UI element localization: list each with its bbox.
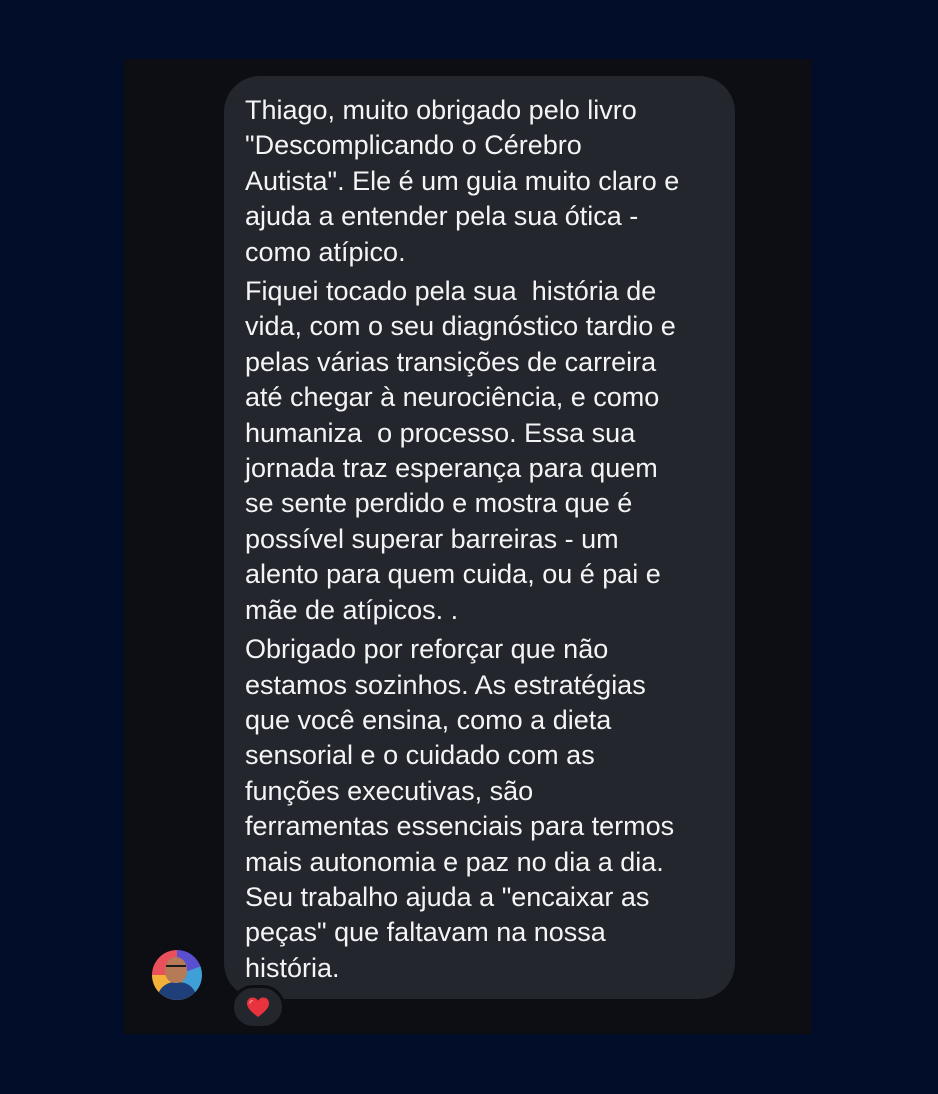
message-line: Obrigado por reforçar que não (245, 634, 609, 665)
message-line: alento para quem cuida, ou é pai e (245, 559, 661, 590)
message-line: sensorial e o cuidado com as (245, 740, 595, 771)
message-line: que você ensina, como a dieta (245, 704, 612, 735)
message-line: até chegar à neurociência, e como (245, 382, 660, 413)
message-bubble[interactable]: Thiago, muito obrigado pelo livro "Desco… (224, 76, 735, 999)
message-line: Thiago, muito obrigado pelo livro (245, 95, 637, 125)
message-line: ferramentas essenciais para termos (245, 811, 675, 842)
message-line: ajuda a entender pela sua ótica - (245, 201, 639, 232)
message-line: pelas várias transições de carreira (245, 346, 657, 377)
message-line: humaniza o processo. Essa sua (245, 417, 636, 448)
message-line: jornada traz esperança para quem (245, 453, 658, 484)
avatar-glasses (166, 965, 186, 972)
message-line: se sente perdido e mostra que é (245, 488, 633, 519)
message-paragraph-3: Obrigado por reforçar que não estamos so… (245, 632, 715, 986)
message-line: história. (245, 952, 340, 983)
message-line: "Descomplicando o Cérebro (245, 130, 582, 161)
message-line: mãe de atípicos. . (245, 594, 459, 625)
message-line: Autista". Ele é um guia muito claro e (245, 165, 680, 196)
message-line: possível superar barreiras - um (245, 523, 619, 554)
message-line: Seu trabalho ajuda a "encaixar as (245, 881, 650, 912)
reaction-badge[interactable] (231, 985, 285, 1029)
heart-icon (247, 997, 269, 1017)
message-line: vida, com o seu diagnóstico tardio e (245, 311, 676, 342)
message-paragraph-2: Fiquei tocado pela sua história de vida,… (245, 274, 715, 628)
message-line: Fiquei tocado pela sua história de (245, 276, 657, 307)
message-line: funções executivas, são (245, 775, 534, 806)
avatar-shirt (157, 982, 197, 1000)
message-line: como atípico. (245, 236, 406, 267)
message-line: estamos sozinhos. As estratégias (245, 669, 646, 700)
message-paragraph-1: Thiago, muito obrigado pelo livro "Desco… (245, 93, 715, 270)
chat-panel: Thiago, muito obrigado pelo livro "Desco… (124, 59, 812, 1034)
message-line: peças" que faltavam na nossa (245, 917, 606, 948)
avatar[interactable] (152, 950, 202, 1000)
message-line: mais autonomia e paz no dia a dia. (245, 846, 664, 877)
